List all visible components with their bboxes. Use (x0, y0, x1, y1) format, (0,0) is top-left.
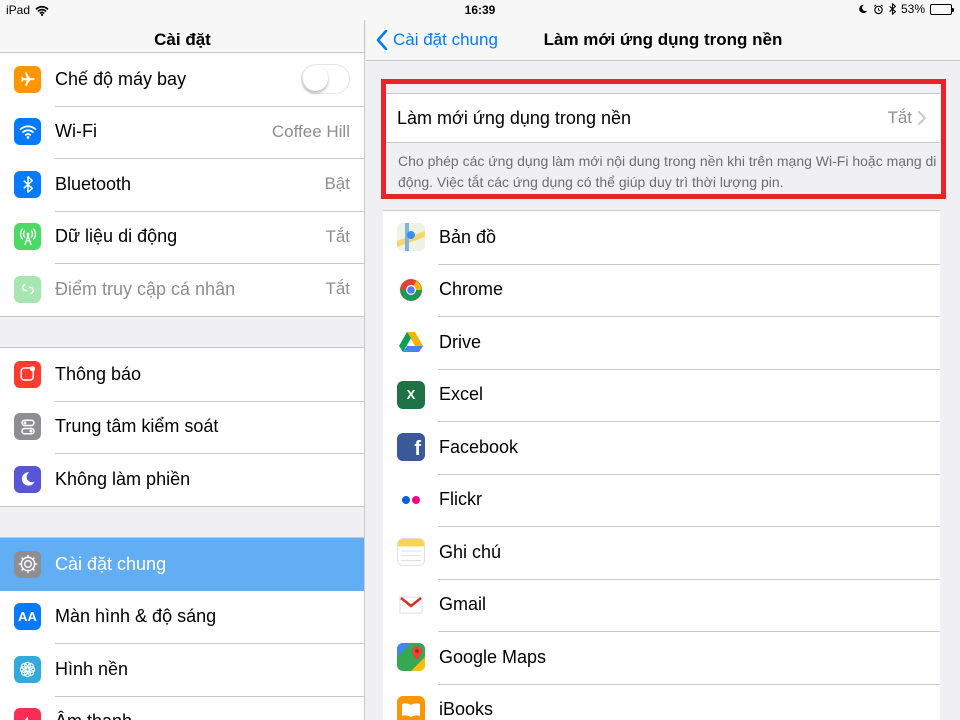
sidebar-item-general[interactable]: Cài đặt chung (0, 538, 364, 591)
sidebar-item-wifi[interactable]: Wi-Fi Coffee Hill (0, 105, 364, 159)
sidebar-item-label: Bluetooth (55, 173, 132, 194)
sidebar-group-general: Cài đặt chung AA Màn hình & độ sáng Hình… (0, 537, 364, 720)
battery-percent: 53% (900, 2, 925, 16)
wifi-network-value: Coffee Hill (271, 121, 350, 141)
notifications-icon (14, 360, 41, 388)
back-button[interactable]: Cài đặt chung (376, 20, 498, 60)
sidebar-item-bluetooth[interactable]: Bluetooth Bật (0, 158, 364, 211)
drive-icon (397, 328, 425, 357)
app-name: Drive (439, 331, 482, 352)
app-name: Chrome (439, 279, 504, 300)
app-row-flickr[interactable]: Flickr (383, 473, 940, 527)
bluetooth-status-value: Bật (324, 174, 350, 194)
wifi-icon (14, 118, 41, 146)
sidebar-item-control-center[interactable]: Trung tâm kiểm soát (0, 400, 364, 454)
facebook-icon: f (397, 433, 425, 462)
sidebar-item-label: Trung tâm kiểm soát (55, 416, 219, 437)
bluetooth-icon (14, 170, 41, 198)
chevron-right-icon (918, 111, 926, 125)
maps-icon (397, 223, 425, 252)
sidebar-item-label: Hình nền (55, 658, 129, 679)
sidebar-item-notifications[interactable]: Thông báo (0, 348, 364, 401)
sidebar-item-label: Cài đặt chung (55, 553, 167, 574)
sidebar-item-label: Không làm phiền (55, 468, 191, 489)
sidebar-item-label: Chế độ máy bay (55, 68, 187, 89)
app-name: Ghi chú (439, 541, 502, 562)
google-maps-icon (397, 643, 425, 672)
background-refresh-label: Làm mới ứng dụng trong nền (397, 107, 631, 128)
sidebar-item-label: Điểm truy cập cá nhân (55, 278, 236, 299)
background-refresh-value: Tắt (887, 108, 912, 127)
app-row-chrome[interactable]: Chrome (383, 263, 940, 317)
app-row-google-maps[interactable]: Google Maps (383, 631, 940, 684)
notes-icon (397, 538, 425, 567)
chrome-icon (397, 275, 425, 304)
sidebar-item-personal-hotspot[interactable]: Điểm truy cập cá nhân Tắt (0, 263, 364, 316)
airplane-mode-toggle[interactable] (301, 64, 350, 95)
speaker-icon (14, 708, 41, 720)
app-row-gmail[interactable]: Gmail (383, 578, 940, 632)
app-row-ibooks[interactable]: iBooks (383, 683, 940, 720)
excel-icon: X (397, 380, 425, 409)
sidebar-group-notifications: Thông báo Trung tâm kiểm soát Không làm … (0, 347, 364, 507)
control-center-icon (14, 413, 41, 441)
app-name: Google Maps (439, 646, 547, 667)
toggle-knob (303, 66, 328, 92)
chevron-left-icon (376, 30, 388, 50)
app-row-facebook[interactable]: f Facebook (383, 421, 940, 474)
sidebar-item-wallpaper[interactable]: Hình nền (0, 643, 364, 696)
gear-icon (14, 550, 41, 578)
app-name: iBooks (439, 699, 494, 720)
app-name: Bản đồ (439, 226, 497, 247)
app-row-drive[interactable]: Drive (383, 316, 940, 369)
sidebar-item-sounds[interactable]: Âm thanh (0, 695, 364, 720)
hotspot-status-value: Tắt (325, 279, 350, 299)
background-refresh-description: Cho phép các ứng dụng làm mới nội dung t… (398, 153, 937, 190)
cellular-status-value: Tắt (325, 226, 350, 246)
sidebar-item-label: Dữ liệu di động (55, 226, 178, 247)
hotspot-icon (14, 275, 41, 303)
sidebar-item-label: Màn hình & độ sáng (55, 606, 217, 627)
app-name: Excel (439, 384, 484, 405)
alarm-icon (874, 3, 883, 14)
sidebar-item-display-brightness[interactable]: AA Màn hình & độ sáng (0, 591, 364, 644)
app-row-notes[interactable]: Ghi chú (383, 526, 940, 579)
detail-pane: Cài đặt chung Làm mới ứng dụng trong nền… (366, 0, 960, 720)
sidebar-item-airplane-mode[interactable]: Chế độ máy bay (0, 53, 364, 106)
app-row-excel[interactable]: X Excel (383, 368, 940, 422)
battery-icon (930, 3, 954, 15)
back-button-label: Cài đặt chung (393, 30, 498, 49)
app-row-maps[interactable]: Bản đồ (383, 211, 940, 264)
sidebar-item-label: Wi-Fi (55, 121, 97, 142)
text-size-icon: AA (14, 603, 41, 631)
sidebar-item-cellular[interactable]: Dữ liệu di động Tắt (0, 210, 364, 264)
app-name: Facebook (439, 436, 519, 457)
status-bar: iPad 16:39 53% (0, 0, 960, 20)
airplane-icon (14, 65, 41, 93)
sidebar-item-do-not-disturb[interactable]: Không làm phiền (0, 453, 364, 506)
sidebar-group-connectivity: Chế độ máy bay Wi-Fi Coffee Hill Bluetoo… (0, 52, 364, 317)
detail-nav-bar: Cài đặt chung Làm mới ứng dụng trong nền (366, 20, 960, 61)
bluetooth-status-icon (889, 3, 896, 15)
sidebar-item-label: Âm thanh (55, 711, 364, 720)
settings-sidebar: Cài đặt Chế độ máy bay Wi-Fi Coffee Hill… (0, 0, 365, 720)
app-list: Bản đồ Chrome Drive X Excel f Facebook F… (383, 210, 940, 720)
wallpaper-icon (14, 655, 41, 683)
sidebar-item-label: Thông báo (55, 363, 142, 384)
moon-icon (14, 465, 41, 493)
app-name: Gmail (439, 594, 487, 615)
gmail-icon (397, 590, 425, 619)
ibooks-icon (397, 695, 425, 720)
antenna-icon (14, 223, 41, 251)
app-name: Flickr (439, 489, 482, 510)
flickr-icon (397, 485, 425, 514)
status-time: 16:39 (464, 3, 496, 17)
moon-status-icon (859, 4, 868, 14)
background-refresh-row[interactable]: Làm mới ứng dụng trong nền Tắt (383, 93, 940, 143)
